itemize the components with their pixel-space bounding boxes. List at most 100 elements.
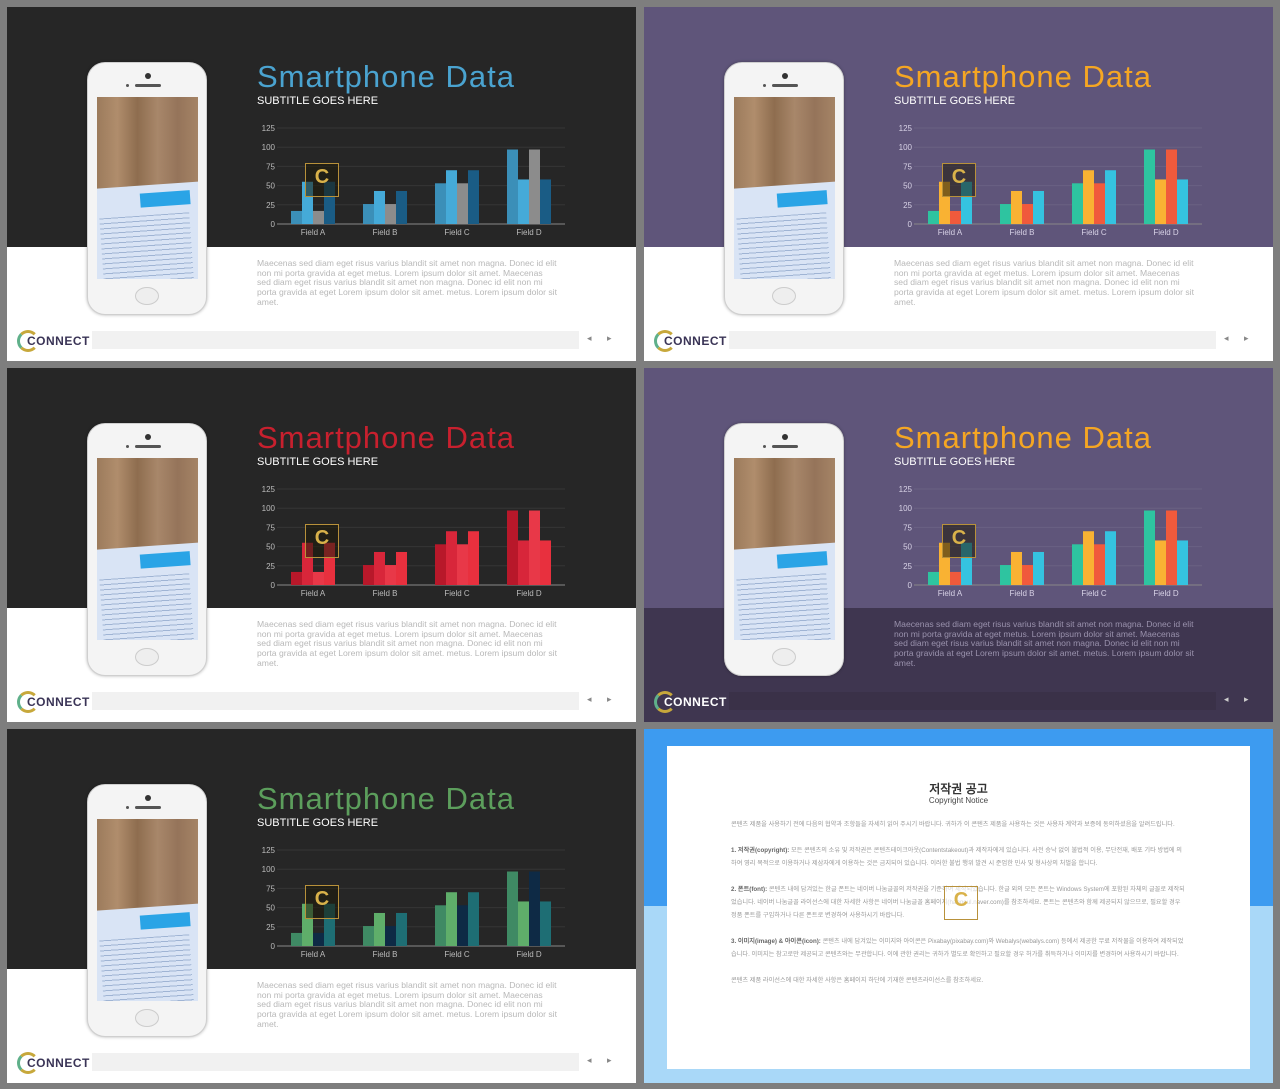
- bar: [363, 926, 374, 946]
- next-arrow-icon[interactable]: ▸: [607, 694, 612, 705]
- connect-logo: CONNECT: [17, 690, 90, 714]
- bar: [1155, 540, 1166, 585]
- home-button-icon: [135, 287, 159, 305]
- y-tick-label: 25: [266, 923, 275, 932]
- bar: [1072, 183, 1083, 224]
- x-category-label: Field B: [1010, 589, 1035, 598]
- x-category-label: Field C: [444, 950, 470, 959]
- footer-bar: [92, 1053, 579, 1071]
- copyright-slide[interactable]: 저작권 공고 Copyright Notice 콘텐츠 제품을 사용하기 전에 …: [644, 729, 1273, 1083]
- bar: [435, 183, 446, 224]
- slide-subtitle: SUBTITLE GOES HERE: [257, 817, 379, 829]
- bar: [457, 905, 468, 946]
- watermark-logo: C: [305, 524, 339, 558]
- bar: [1072, 544, 1083, 585]
- slide-thumbnail[interactable]: Smartphone Data SUBTITLE GOES HERE 0 25 50…: [7, 7, 636, 361]
- x-category-label: Field C: [1081, 589, 1107, 598]
- prev-arrow-icon[interactable]: ◂: [587, 694, 592, 705]
- bar: [1177, 540, 1188, 585]
- y-tick-label: 125: [899, 124, 913, 133]
- slide-title: Smartphone Data: [257, 781, 515, 816]
- bar: [518, 901, 529, 946]
- y-tick-label: 25: [266, 562, 275, 571]
- bar: [1094, 183, 1105, 224]
- prev-arrow-icon[interactable]: ◂: [1224, 333, 1229, 344]
- bar: [507, 871, 518, 946]
- bar: [1033, 551, 1044, 585]
- y-tick-label: 100: [262, 865, 276, 874]
- slide-title: Smartphone Data: [894, 59, 1152, 94]
- slide-subtitle: SUBTITLE GOES HERE: [894, 456, 1016, 468]
- bar: [435, 905, 446, 946]
- prev-arrow-icon[interactable]: ◂: [587, 333, 592, 344]
- bar: [1144, 149, 1155, 224]
- home-button-icon: [772, 648, 796, 666]
- bar: [1011, 190, 1022, 224]
- bar: [457, 183, 468, 224]
- slide-thumbnail[interactable]: Smartphone Data SUBTITLE GOES HERE 0 25 50…: [644, 7, 1273, 361]
- watermark-logo: C: [942, 163, 976, 197]
- prev-arrow-icon[interactable]: ◂: [1224, 694, 1229, 705]
- next-arrow-icon[interactable]: ▸: [1244, 333, 1249, 344]
- smartphone-image: [87, 62, 207, 315]
- y-tick-label: 0: [271, 220, 276, 229]
- smartphone-image: [87, 423, 207, 676]
- bar: [1033, 190, 1044, 224]
- connect-logo: CONNECT: [17, 1051, 90, 1075]
- copyright-subtitle: Copyright Notice: [928, 796, 989, 805]
- copyright-title: 저작권 공고: [929, 782, 988, 796]
- bar: [385, 204, 396, 224]
- x-category-label: Field D: [1153, 228, 1179, 237]
- y-tick-label: 75: [903, 523, 912, 532]
- y-tick-label: 0: [908, 581, 913, 590]
- x-category-label: Field B: [373, 228, 398, 237]
- bar: [529, 149, 540, 224]
- y-tick-label: 75: [266, 523, 275, 532]
- bar: [396, 551, 407, 585]
- bar: [1166, 149, 1177, 224]
- x-category-label: Field B: [373, 950, 398, 959]
- bar: [291, 571, 302, 585]
- body-paragraph: Maecenas sed diam eget risus varius blan…: [257, 619, 557, 668]
- y-tick-label: 125: [262, 846, 276, 855]
- bar: [385, 565, 396, 585]
- bar: [446, 892, 457, 946]
- slide-thumbnail[interactable]: Smartphone Data SUBTITLE GOES HERE 0 25 50…: [7, 729, 636, 1083]
- bar: [1000, 565, 1011, 585]
- connect-logo: CONNECT: [654, 329, 727, 353]
- bar: [313, 210, 324, 224]
- bar: [518, 179, 529, 224]
- y-tick-label: 25: [903, 562, 912, 571]
- bar: [950, 210, 961, 224]
- x-category-label: Field C: [1081, 228, 1107, 237]
- bar: [446, 531, 457, 585]
- bar: [1094, 544, 1105, 585]
- slide-thumbnail[interactable]: Smartphone Data SUBTITLE GOES HERE 0 25 50…: [7, 368, 636, 722]
- x-category-label: Field A: [938, 589, 963, 598]
- x-category-label: Field B: [1010, 228, 1035, 237]
- bar: [1011, 551, 1022, 585]
- bar: [1105, 531, 1116, 585]
- bar: [363, 565, 374, 585]
- slide-subtitle: SUBTITLE GOES HERE: [257, 95, 379, 107]
- bar: [540, 901, 551, 946]
- copyright-item: 1. 저작권(copyright): 모든 콘텐츠의 소유 및 저작권은 콘텐츠…: [731, 847, 1183, 867]
- footer-bar: [92, 331, 579, 349]
- next-arrow-icon[interactable]: ▸: [607, 333, 612, 344]
- bar: [1000, 204, 1011, 224]
- y-tick-label: 100: [899, 504, 913, 513]
- x-category-label: Field C: [444, 228, 470, 237]
- copyright-card: 저작권 공고 Copyright Notice 콘텐츠 제품을 사용하기 전에 …: [667, 746, 1250, 1069]
- slide-thumbnail[interactable]: Smartphone Data SUBTITLE GOES HERE 0 25 50…: [644, 368, 1273, 722]
- copyright-item: 3. 이미지(image) & 아이콘(icon): 콘텐츠 내에 담겨있는 이…: [731, 938, 1184, 958]
- x-category-label: Field D: [516, 589, 542, 598]
- slide-title: Smartphone Data: [257, 420, 515, 455]
- copyright-outro: 콘텐츠 제품 라이선스에 대한 자세한 사항은 홈페이지 하단에 기재한 콘텐츠…: [731, 977, 984, 984]
- prev-arrow-icon[interactable]: ◂: [587, 1055, 592, 1066]
- next-arrow-icon[interactable]: ▸: [1244, 694, 1249, 705]
- next-arrow-icon[interactable]: ▸: [607, 1055, 612, 1066]
- bar: [518, 540, 529, 585]
- y-tick-label: 100: [262, 504, 276, 513]
- bar: [385, 926, 396, 946]
- bar-chart: 0 25 50 75 100 125 Field A Field B Field C Field …: [262, 846, 565, 959]
